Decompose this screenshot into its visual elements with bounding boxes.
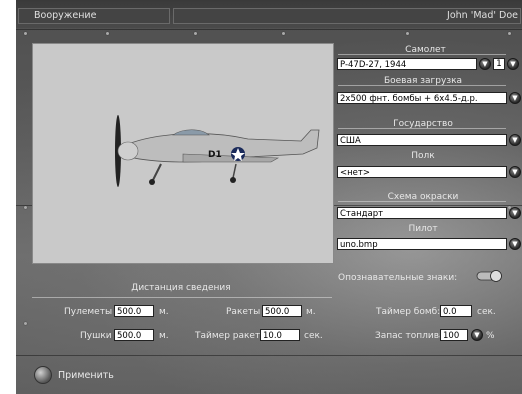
cannon-unit: м. [159, 331, 169, 341]
rocket-timer-label: Таймер ракет: [195, 331, 264, 341]
divider [338, 85, 506, 86]
regiment-select[interactable]: <нет> [337, 166, 507, 178]
rivet [24, 322, 27, 325]
pilot-select[interactable]: uno.bmp [337, 238, 507, 250]
divider [338, 128, 506, 129]
fuel-label: Запас топлива [375, 331, 445, 341]
bomb-timer-unit: сек. [477, 307, 496, 317]
apply-globe-icon[interactable] [34, 366, 52, 384]
mg-convergence-input[interactable]: 500.0 [114, 305, 154, 317]
rivet [24, 206, 27, 209]
chevron-down-icon[interactable]: ▼ [509, 207, 521, 219]
divider [338, 201, 506, 202]
cannon-convergence-input[interactable]: 500.0 [114, 329, 154, 341]
apply-button[interactable]: Применить [58, 370, 114, 381]
aircraft-image: D1 [115, 115, 320, 187]
rivet [106, 32, 109, 35]
fuel-unit: % [486, 331, 495, 341]
regiment-label: Полк [411, 151, 435, 161]
chevron-down-icon[interactable]: ▼ [471, 329, 483, 341]
arming-screen: Вооружение John 'Mad' Doe D1 Самолет P-4… [16, 0, 522, 394]
mg-label: Пулеметы [64, 307, 113, 317]
rivet [24, 32, 27, 35]
chevron-down-icon[interactable]: ▼ [509, 134, 521, 146]
rivet [194, 32, 197, 35]
rivet [406, 32, 409, 35]
chevron-down-icon[interactable]: ▼ [509, 166, 521, 178]
rockets-label: Ракеты [226, 307, 261, 317]
plate-seam [16, 29, 522, 30]
pilot-label: Пилот [408, 224, 438, 234]
aircraft-preview: D1 [32, 43, 334, 264]
cannon-label: Пушки [80, 331, 112, 341]
user-name: John 'Mad' Doe [447, 10, 518, 21]
rocket-timer-input[interactable]: 10.0 [260, 329, 300, 341]
skin-select[interactable]: Стандарт [337, 207, 507, 219]
fuel-input[interactable]: 100 [440, 329, 468, 341]
aircraft-select[interactable]: P-47D-27, 1944 [337, 58, 477, 70]
divider [32, 297, 332, 298]
convergence-label: Дистанция сведения [131, 283, 231, 293]
rivet [282, 32, 285, 35]
chevron-down-icon[interactable]: ▼ [509, 92, 521, 104]
loadout-select[interactable]: 2x500 фнт. бомбы + 6x4.5-д.р. [337, 92, 507, 104]
chevron-down-icon[interactable]: ▼ [509, 238, 521, 250]
rocket-timer-unit: сек. [304, 331, 323, 341]
mg-unit: м. [159, 307, 169, 317]
toggle-switch-icon[interactable] [476, 270, 504, 282]
chevron-down-icon[interactable]: ▼ [507, 58, 519, 70]
bomb-timer-input[interactable]: 0.0 [440, 305, 472, 317]
rockets-convergence-input[interactable]: 500.0 [262, 305, 302, 317]
chevron-down-icon[interactable]: ▼ [479, 58, 491, 70]
aircraft-count[interactable]: 1 [493, 58, 505, 70]
window-title: Вооружение [34, 10, 97, 21]
divider [338, 54, 506, 55]
markings-label: Опознавательные знаки: [338, 273, 458, 283]
svg-text:D1: D1 [208, 150, 222, 160]
bomb-timer-label: Таймер бомб: [376, 307, 441, 317]
rivet [508, 32, 511, 35]
rockets-unit: м. [306, 307, 316, 317]
country-select[interactable]: США [337, 134, 507, 146]
plate-seam [16, 355, 522, 356]
